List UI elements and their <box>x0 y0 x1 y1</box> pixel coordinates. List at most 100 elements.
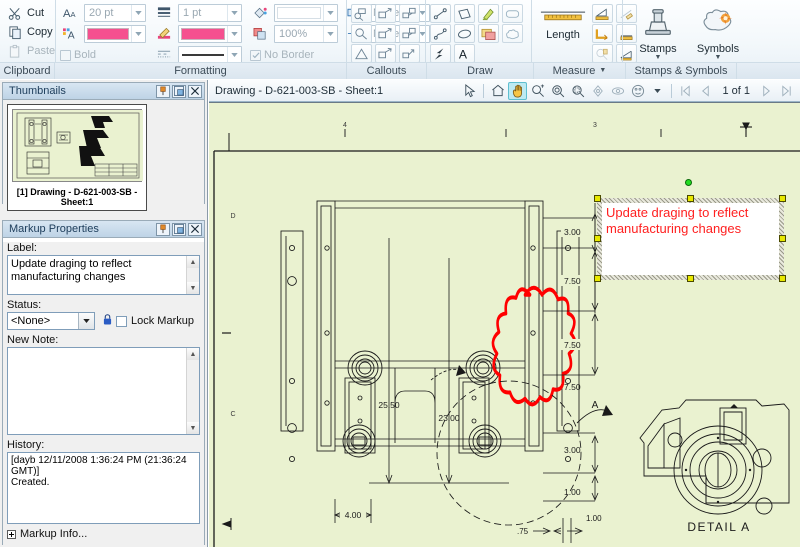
rounded-rect-tool-icon[interactable] <box>502 4 523 23</box>
paste-button[interactable]: Paste <box>4 42 62 60</box>
resize-handle-n[interactable] <box>687 195 694 202</box>
curve-tool-icon[interactable] <box>430 24 451 43</box>
text-color-swatch[interactable] <box>87 28 129 40</box>
measure-angle-icon[interactable] <box>592 24 613 43</box>
select-cursor-icon[interactable] <box>460 82 479 100</box>
markup-info-expander[interactable]: Markup Info... <box>7 528 204 540</box>
symbols-button[interactable]: Symbols ▼ <box>691 2 745 61</box>
callout-arrow3-icon[interactable] <box>375 24 396 43</box>
scroll-up-icon[interactable]: ▲ <box>187 256 199 268</box>
no-border-checkbox[interactable] <box>250 49 261 61</box>
fill-combo[interactable] <box>274 4 338 22</box>
highlighter-tool-icon[interactable] <box>478 4 499 23</box>
fit-page-home-icon[interactable] <box>488 82 507 100</box>
chevron-down-icon[interactable]: ▼ <box>599 67 606 74</box>
svg-text:3: 3 <box>593 122 597 129</box>
resize-handle-sw[interactable] <box>594 275 601 282</box>
chevron-down-icon[interactable] <box>78 313 94 329</box>
prev-page-button[interactable] <box>696 82 715 100</box>
chevron-down-icon[interactable]: ▼ <box>655 54 662 61</box>
resize-handle-nw[interactable] <box>594 195 601 202</box>
chevron-down-icon[interactable] <box>131 26 145 42</box>
rotate-view-icon[interactable] <box>588 82 607 100</box>
image-tool-icon[interactable] <box>478 24 499 43</box>
resize-handle-se[interactable] <box>779 275 786 282</box>
cut-button[interactable]: Cut <box>4 4 62 22</box>
pan-hand-icon[interactable] <box>508 81 528 100</box>
dock-icon[interactable] <box>172 222 186 236</box>
line-tool-icon[interactable] <box>430 4 451 23</box>
auto-hide-icon[interactable] <box>156 84 170 98</box>
dim-7-50-upper: 7.50 <box>564 276 581 286</box>
fill-swatch[interactable] <box>277 7 321 19</box>
pen-tool-icon[interactable] <box>430 44 451 63</box>
chevron-down-icon[interactable] <box>227 5 241 21</box>
last-page-button[interactable] <box>777 82 796 100</box>
callout-arrow5-icon[interactable] <box>375 44 396 63</box>
callout-arrow2-icon[interactable] <box>399 4 420 23</box>
stamps-button[interactable]: Stamps ▼ <box>631 2 685 61</box>
zoom-selection-icon[interactable] <box>568 82 587 100</box>
chevron-down-icon[interactable] <box>227 26 241 42</box>
chevron-down-icon[interactable]: ▼ <box>715 54 722 61</box>
copy-button[interactable]: Copy <box>4 23 62 41</box>
measure-area-icon[interactable] <box>592 4 613 23</box>
resize-handle-ne[interactable] <box>779 195 786 202</box>
markup-textbox[interactable]: Update draging to reflect manufacturing … <box>594 179 786 282</box>
thumbnail-item[interactable]: [1] Drawing - D-621-003-SB - Sheet:1 <box>7 104 147 211</box>
chevron-down-icon[interactable] <box>227 47 241 63</box>
angle-callout-icon[interactable] <box>351 44 372 63</box>
ellipse-tool-icon[interactable] <box>454 24 475 43</box>
next-page-button[interactable] <box>757 82 776 100</box>
pan-view-icon[interactable] <box>608 82 627 100</box>
new-note-input[interactable]: ▲ ▼ <box>7 347 200 435</box>
view-options-caret-icon[interactable] <box>648 82 667 100</box>
measure-zoom-icon[interactable] <box>592 44 613 63</box>
document-tab-title[interactable]: Drawing - D-621-003-SB - Sheet:1 <box>209 85 383 97</box>
scroll-up-icon[interactable]: ▲ <box>187 348 199 360</box>
auto-hide-icon[interactable] <box>156 222 170 236</box>
orbit-view-icon[interactable] <box>628 82 647 100</box>
new-note-scrollbar[interactable]: ▲ ▼ <box>186 348 199 434</box>
close-icon[interactable] <box>188 222 202 236</box>
zoom-in-icon[interactable] <box>528 82 547 100</box>
line-weight-combo[interactable]: 1 pt <box>178 4 242 22</box>
chevron-down-icon[interactable] <box>323 26 337 42</box>
markup-properties-panel: Markup Properties Label: Update draging … <box>2 220 205 547</box>
font-size-combo[interactable]: 20 pt <box>84 4 146 22</box>
scroll-down-icon[interactable]: ▼ <box>187 422 199 434</box>
chevron-down-icon[interactable] <box>323 5 337 21</box>
lock-markup-checkbox[interactable] <box>116 315 127 327</box>
first-page-button[interactable] <box>676 82 695 100</box>
callout-box-icon[interactable] <box>351 4 372 23</box>
opacity-combo[interactable]: 100% <box>274 25 338 43</box>
callout-arrow6-icon[interactable] <box>399 44 420 63</box>
lock-markup-control[interactable]: Lock Markup <box>103 314 194 328</box>
dock-icon[interactable] <box>172 84 186 98</box>
chevron-down-icon[interactable] <box>131 5 145 21</box>
rotate-handle[interactable] <box>685 179 692 186</box>
zoom-area-icon[interactable] <box>548 82 567 100</box>
expand-icon[interactable] <box>7 529 16 539</box>
polygon-tool-icon[interactable] <box>454 4 475 23</box>
resize-handle-e[interactable] <box>779 235 786 242</box>
cloud-tool-icon[interactable] <box>502 24 523 43</box>
label-scrollbar[interactable]: ▲ ▼ <box>186 256 199 294</box>
callout-arrow4-icon[interactable] <box>399 24 420 43</box>
resize-handle-s[interactable] <box>687 275 694 282</box>
line-color-swatch[interactable] <box>181 28 225 40</box>
close-icon[interactable] <box>188 84 202 98</box>
label-input[interactable]: Update draging to reflect manufacturing … <box>7 255 200 295</box>
status-select[interactable]: <None> <box>7 312 95 330</box>
resize-handle-w[interactable] <box>594 235 601 242</box>
text-color-combo[interactable] <box>84 25 146 43</box>
drawing-canvas[interactable]: 4 3 D C 25.50 23.00 3.00 7.50 7.50 7.50 … <box>209 102 800 547</box>
bold-checkbox[interactable] <box>60 49 71 61</box>
scroll-down-icon[interactable]: ▼ <box>187 282 199 294</box>
callout-arrow1-icon[interactable] <box>375 4 396 23</box>
line-color-combo[interactable] <box>178 25 242 43</box>
length-measure-button[interactable]: Length <box>536 2 590 60</box>
magnify-callout-icon[interactable] <box>351 24 372 43</box>
text-tool-icon[interactable]: A <box>454 44 475 63</box>
group-label-measure[interactable]: Measure ▼ <box>534 63 626 79</box>
